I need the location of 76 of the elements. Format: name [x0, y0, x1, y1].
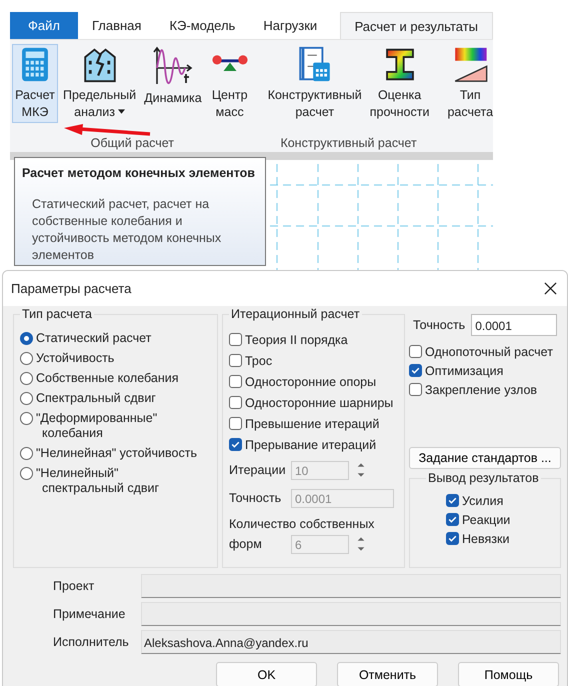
field-label: Исполнитель: [52, 635, 130, 649]
ribbon-tab[interactable]: Расчет и результаты: [340, 12, 493, 39]
radio-label: Спектральный сдвиг: [36, 391, 156, 406]
radio-label: Собственные колебания: [36, 371, 179, 386]
checkbox[interactable]: [446, 494, 459, 507]
checkbox-label: Оптимизация: [425, 364, 504, 378]
field-label: Итерации: [229, 463, 287, 477]
checkbox[interactable]: [229, 354, 242, 367]
checkbox-label: Однопоточный расчет: [425, 344, 553, 358]
checkbox-label: Односторонние шарниры: [245, 396, 394, 410]
ribbon-tab[interactable]: Главная: [78, 12, 156, 39]
ribbon-button[interactable]: Динамика: [141, 44, 205, 123]
checkbox-label: Реакции: [462, 512, 510, 526]
radio-label: "Нелинейная" устойчивость: [36, 446, 197, 461]
field-label: Примечание: [52, 607, 126, 621]
input-field[interactable]: [141, 602, 561, 626]
checkbox-label: Невязки: [462, 532, 510, 546]
input-field[interactable]: 0.0001: [471, 314, 558, 336]
checkbox[interactable]: [229, 438, 242, 451]
radio-label: Статический расчет: [36, 331, 152, 346]
ribbon-button[interactable]: Тип расчета: [444, 44, 493, 123]
ribbon-tab[interactable]: Нагрузки: [249, 12, 332, 39]
radio-label: "Нелинейный" спектральный сдвиг: [36, 466, 160, 496]
checkbox[interactable]: [446, 513, 459, 526]
damped-wave-icon: [152, 46, 193, 86]
input-field[interactable]: Aleksashova.Anna@yandex.ru: [141, 630, 561, 654]
ribbon-button[interactable]: Предельный анализ: [60, 44, 140, 123]
checkbox[interactable]: [229, 417, 242, 430]
checkbox[interactable]: [229, 333, 242, 346]
checkbox[interactable]: [409, 345, 422, 358]
group-title: Тип расчета: [20, 307, 94, 321]
field-label: Проект: [52, 579, 96, 593]
field-label: Количество собственных: [229, 517, 376, 531]
close-icon[interactable]: [544, 282, 557, 295]
ribbon-tab[interactable]: КЭ-модель: [155, 12, 250, 39]
radio-button[interactable]: [20, 412, 33, 425]
ribbon-button[interactable]: Расчет МКЭ: [12, 44, 58, 123]
dialog-button[interactable]: Помощь: [458, 662, 559, 686]
radio-button[interactable]: [20, 447, 33, 460]
ribbon-button[interactable]: Конструктивный расчет: [264, 44, 365, 123]
checkbox[interactable]: [409, 364, 422, 377]
radio-button[interactable]: [20, 372, 33, 385]
checkbox-label: Трос: [245, 354, 272, 368]
radio-button[interactable]: [20, 467, 33, 480]
ribbon-button[interactable]: Оценка прочности: [366, 44, 432, 123]
checkbox-label: Усилия: [462, 494, 504, 508]
standards-button[interactable]: Задание стандартов ...: [409, 447, 561, 469]
radio-button[interactable]: [20, 352, 33, 365]
checkbox[interactable]: [229, 375, 242, 388]
checkbox-label: Прерывание итераций: [245, 438, 376, 452]
tooltip-text: Статический расчет, расчет на собственные колебания и устойчивость методом конечных элементов: [32, 196, 222, 264]
dialog-button[interactable]: OK: [216, 662, 317, 686]
radio-button[interactable]: [20, 392, 33, 405]
group-title: Итерационный расчет: [229, 307, 362, 321]
checkbox-label: Закрепление узлов: [425, 382, 538, 396]
ribbon-button[interactable]: Центр масс: [206, 44, 253, 123]
group-label: Общий расчет: [90, 136, 174, 150]
field-label: Точность: [413, 318, 466, 332]
checkbox-label: Теория II порядка: [245, 332, 348, 346]
field-label: форм: [229, 537, 263, 551]
checkbox[interactable]: [409, 383, 422, 396]
radio-label: Устойчивость: [36, 351, 114, 366]
dialog-title: Параметры расчета: [11, 281, 132, 296]
input-field[interactable]: [141, 574, 561, 598]
checkbox-label: Превышение итераций: [245, 416, 380, 430]
radio-button[interactable]: [20, 332, 33, 345]
checkbox[interactable]: [446, 532, 459, 545]
group-title: Вывод результатов: [426, 471, 541, 485]
dialog-button[interactable]: Отменить: [337, 662, 438, 686]
group-label: Конструктивный расчет: [280, 136, 417, 150]
checkbox[interactable]: [229, 396, 242, 409]
field-label: Точность: [229, 491, 282, 505]
tooltip-title: Расчет методом конечных элементов: [22, 166, 256, 180]
checkbox-label: Односторонние опоры: [245, 374, 376, 388]
radio-label: "Деформированные" колебания: [36, 411, 158, 441]
ribbon-tab[interactable]: Файл: [10, 12, 78, 39]
